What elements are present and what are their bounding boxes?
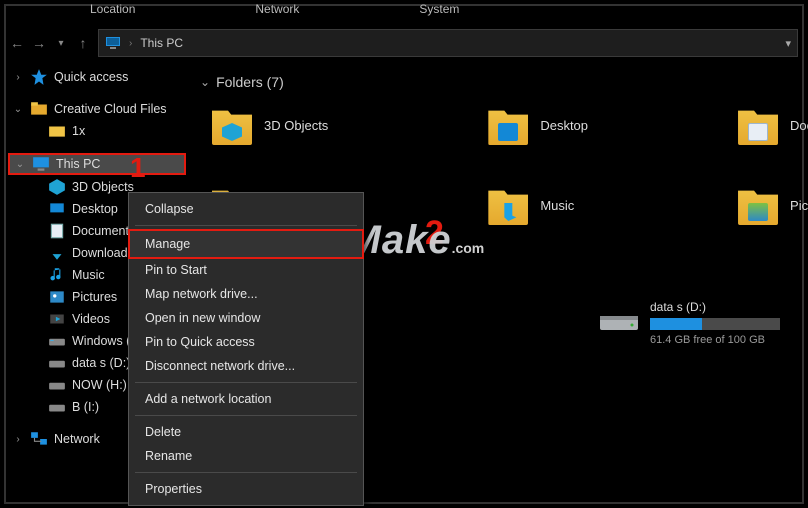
videos-icon bbox=[48, 311, 66, 327]
tree-label: NOW (H:) bbox=[72, 378, 127, 392]
tree-label: B (I:) bbox=[72, 400, 99, 414]
tree-label: 1x bbox=[72, 124, 85, 138]
chevron-down-icon[interactable]: ⌄ bbox=[200, 75, 210, 89]
menu-properties[interactable]: Properties bbox=[129, 477, 363, 501]
tree-label: Downloads bbox=[72, 246, 134, 260]
drive-icon bbox=[48, 399, 66, 415]
menu-map-network-drive[interactable]: Map network drive... bbox=[129, 282, 363, 306]
watermark-suffix: .com bbox=[452, 240, 485, 256]
recent-dropdown-icon[interactable]: ▾ bbox=[52, 38, 70, 49]
folder-icon bbox=[48, 123, 66, 139]
back-icon[interactable]: ← bbox=[8, 35, 26, 51]
tree-cc-1x[interactable]: 1x bbox=[8, 120, 186, 142]
pictures-icon bbox=[48, 289, 66, 305]
menu-disconnect-network-drive[interactable]: Disconnect network drive... bbox=[129, 354, 363, 378]
drive-icon bbox=[48, 377, 66, 393]
menu-open-new-window[interactable]: Open in new window bbox=[129, 306, 363, 330]
tree-label: Videos bbox=[72, 312, 110, 326]
folder-documents[interactable]: Documents bbox=[738, 102, 808, 148]
folder-icon bbox=[30, 101, 48, 117]
folder-pictures[interactable]: Pictures bbox=[738, 182, 808, 228]
tree-label: 3D Objects bbox=[72, 180, 134, 194]
folder-icon bbox=[212, 105, 252, 145]
network-icon bbox=[30, 431, 48, 447]
folder-3d-objects[interactable]: 3D Objects bbox=[212, 102, 328, 148]
drive-usage-bar bbox=[650, 318, 780, 330]
drive-label: data s (D:) bbox=[650, 300, 780, 314]
tree-label: Creative Cloud Files bbox=[54, 102, 167, 116]
chevron-down-icon[interactable]: ⌄ bbox=[14, 159, 26, 170]
drive-icon bbox=[48, 355, 66, 371]
menu-add-network-location[interactable]: Add a network location bbox=[129, 387, 363, 411]
ribbon-tab-location[interactable]: Location bbox=[90, 2, 135, 24]
chevron-down-icon[interactable]: ⌄ bbox=[12, 104, 24, 115]
ribbon-tab-network[interactable]: Network bbox=[255, 2, 299, 24]
annotation-number-1: 1 bbox=[130, 152, 146, 184]
menu-separator bbox=[135, 382, 357, 383]
this-pc-icon bbox=[105, 35, 121, 51]
tree-label: Music bbox=[72, 268, 105, 282]
tree-label: Network bbox=[54, 432, 100, 446]
menu-pin-to-start[interactable]: Pin to Start bbox=[129, 258, 363, 282]
menu-collapse[interactable]: Collapse bbox=[129, 197, 363, 221]
address-bar[interactable]: › This PC ▾ bbox=[98, 29, 798, 57]
menu-separator bbox=[135, 225, 357, 226]
download-icon bbox=[48, 245, 66, 261]
section-title: Folders (7) bbox=[216, 74, 284, 90]
folder-desktop[interactable]: Desktop bbox=[488, 102, 588, 148]
folder-icon bbox=[488, 105, 528, 145]
folder-label: 3D Objects bbox=[264, 118, 328, 133]
breadcrumb-sep-icon: › bbox=[129, 38, 132, 49]
ribbon-tab-system[interactable]: System bbox=[419, 2, 459, 24]
this-pc-icon bbox=[32, 156, 50, 172]
folder-icon bbox=[738, 185, 778, 225]
drive-icon bbox=[598, 302, 640, 334]
menu-separator bbox=[135, 415, 357, 416]
menu-manage[interactable]: Manage bbox=[129, 230, 363, 258]
desktop-icon bbox=[48, 201, 66, 217]
tree-this-pc[interactable]: ⌄ This PC bbox=[8, 153, 186, 175]
tree-creative-cloud[interactable]: ⌄ Creative Cloud Files bbox=[8, 98, 186, 120]
folder-music[interactable]: Music bbox=[488, 182, 588, 228]
folder-label: Documents bbox=[790, 118, 808, 133]
menu-rename[interactable]: Rename bbox=[129, 444, 363, 468]
folder-label: Desktop bbox=[540, 118, 588, 133]
tree-label: Pictures bbox=[72, 290, 117, 304]
ribbon-tabs: Location Network System bbox=[0, 2, 808, 24]
up-icon[interactable]: ↑ bbox=[74, 35, 92, 51]
tree-label: Documents bbox=[72, 224, 135, 238]
folder-label: Music bbox=[540, 198, 574, 213]
drive-free-text: 61.4 GB free of 100 GB bbox=[650, 334, 780, 346]
drive-icon bbox=[48, 333, 66, 349]
folders-group-header[interactable]: ⌄ Folders (7) bbox=[200, 74, 802, 90]
context-menu: Collapse Manage Pin to Start Map network… bbox=[128, 192, 364, 506]
folder-label: Pictures bbox=[790, 198, 808, 213]
menu-delete[interactable]: Delete bbox=[129, 420, 363, 444]
menu-separator bbox=[135, 472, 357, 473]
chevron-right-icon[interactable]: › bbox=[12, 72, 24, 83]
music-icon bbox=[48, 267, 66, 283]
folder-icon bbox=[738, 105, 778, 145]
star-icon bbox=[30, 69, 48, 85]
address-dropdown-icon[interactable]: ▾ bbox=[785, 37, 791, 50]
menu-pin-quick-access[interactable]: Pin to Quick access bbox=[129, 330, 363, 354]
tree-label: This PC bbox=[56, 157, 100, 171]
chevron-right-icon[interactable]: › bbox=[12, 434, 24, 445]
tree-label: data s (D:) bbox=[72, 356, 130, 370]
tree-quick-access[interactable]: › Quick access bbox=[8, 66, 186, 88]
tree-label: Quick access bbox=[54, 70, 128, 84]
breadcrumb-this-pc[interactable]: This PC bbox=[140, 36, 183, 50]
cube-icon bbox=[48, 179, 66, 195]
tree-label: Desktop bbox=[72, 202, 118, 216]
forward-icon[interactable]: → bbox=[30, 35, 48, 51]
drive-data-s-d[interactable]: data s (D:) 61.4 GB free of 100 GB bbox=[598, 300, 780, 346]
navigation-bar: ← → ▾ ↑ › This PC ▾ bbox=[8, 28, 798, 58]
documents-icon bbox=[48, 223, 66, 239]
folder-icon bbox=[488, 185, 528, 225]
